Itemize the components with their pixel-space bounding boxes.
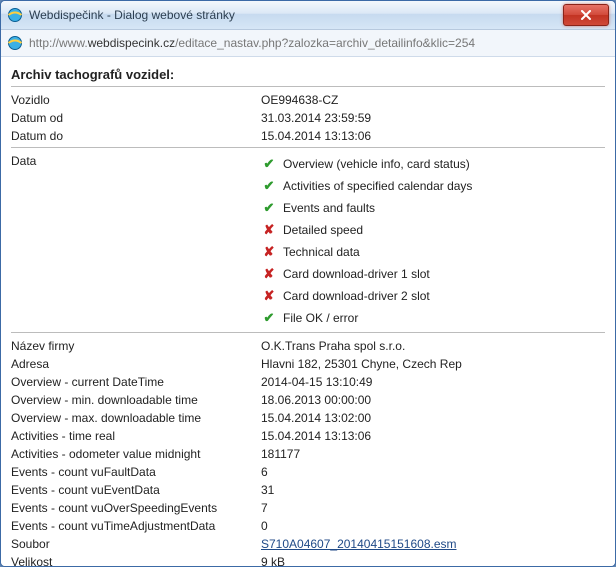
data-item-text: Activities of specified calendar days (283, 177, 472, 195)
close-icon (580, 10, 592, 20)
detail-value: 0 (261, 518, 605, 534)
data-label: Data (11, 153, 261, 169)
detail-value: 15.04.2014 13:13:06 (261, 428, 605, 444)
detail-label: Adresa (11, 356, 261, 372)
content-area: Archiv tachografů vozidel: VozidloOE9946… (1, 57, 615, 566)
divider (11, 147, 605, 148)
summary-value: OE994638-CZ (261, 92, 605, 108)
detail-label: Events - count vuOverSpeedingEvents (11, 500, 261, 516)
detail-value: 31 (261, 482, 605, 498)
data-item: ✔ File OK / error (261, 307, 605, 329)
data-item: ✔ Events and faults (261, 197, 605, 219)
data-section: Data ✔ Overview (vehicle info, card statu… (11, 152, 605, 330)
detail-row: Overview - max. downloadable time15.04.2… (11, 409, 605, 427)
detail-label: Events - count vuFaultData (11, 464, 261, 480)
data-item-text: Card download-driver 2 slot (283, 287, 430, 305)
detail-row: Activities - odometer value midnight1811… (11, 445, 605, 463)
detail-row: Overview - current DateTime2014-04-15 13… (11, 373, 605, 391)
data-item: ✔ Activities of specified calendar days (261, 175, 605, 197)
detail-row: Velikost9 kB (11, 553, 605, 566)
data-item: ✔ Overview (vehicle info, card status) (261, 153, 605, 175)
detail-value: 181177 (261, 446, 605, 462)
detail-label: Events - count vuEventData (11, 482, 261, 498)
detail-value: 9 kB (261, 554, 605, 566)
data-item-text: File OK / error (283, 309, 358, 327)
detail-row: Activities - time real15.04.2014 13:13:0… (11, 427, 605, 445)
detail-value: 15.04.2014 13:02:00 (261, 410, 605, 426)
detail-section: Název firmyO.K.Trans Praha spol s.r.o.Ad… (11, 337, 605, 566)
cross-icon: ✘ (261, 287, 277, 305)
summary-value: 31.03.2014 23:59:59 (261, 110, 605, 126)
detail-value: Hlavni 182, 25301 Chyne, Czech Rep (261, 356, 605, 372)
divider (11, 332, 605, 333)
cross-icon: ✘ (261, 265, 277, 283)
detail-row: Overview - min. downloadable time18.06.2… (11, 391, 605, 409)
data-item-text: Detailed speed (283, 221, 363, 239)
detail-row: Events - count vuEventData31 (11, 481, 605, 499)
summary-value: 15.04.2014 13:13:06 (261, 128, 605, 144)
detail-row: AdresaHlavni 182, 25301 Chyne, Czech Rep (11, 355, 605, 373)
detail-label: Název firmy (11, 338, 261, 354)
detail-value: 2014-04-15 13:10:49 (261, 374, 605, 390)
cross-icon: ✘ (261, 221, 277, 239)
url-prefix: http://www. (29, 36, 88, 50)
data-item-text: Events and faults (283, 199, 375, 217)
detail-label: Overview - max. downloadable time (11, 410, 261, 426)
data-item: ✘ Card download-driver 1 slot (261, 263, 605, 285)
data-item: ✘ Detailed speed (261, 219, 605, 241)
check-icon: ✔ (261, 177, 277, 195)
url-host: webdispecink.cz (88, 36, 175, 50)
detail-row: Events - count vuFaultData6 (11, 463, 605, 481)
data-item-text: Overview (vehicle info, card status) (283, 155, 470, 173)
window-title: Webdispečink - Dialog webové stránky (29, 8, 235, 22)
ie-icon (7, 7, 23, 23)
check-icon: ✔ (261, 155, 277, 173)
detail-value: O.K.Trans Praha spol s.r.o. (261, 338, 605, 354)
close-button[interactable] (563, 4, 609, 26)
dialog-window: Webdispečink - Dialog webové stránky htt… (0, 0, 616, 567)
summary-label: Datum do (11, 128, 261, 144)
check-icon: ✔ (261, 309, 277, 327)
detail-label: Soubor (11, 536, 261, 552)
check-icon: ✔ (261, 199, 277, 217)
detail-row: SouborS710A04607_20140415151608.esm (11, 535, 605, 553)
summary-section: VozidloOE994638-CZDatum od31.03.2014 23:… (11, 91, 605, 145)
detail-label: Events - count vuTimeAdjustmentData (11, 518, 261, 534)
address-bar: http://www.webdispecink.cz/editace_nasta… (1, 30, 615, 57)
detail-row: Events - count vuOverSpeedingEvents7 (11, 499, 605, 517)
detail-label: Activities - odometer value midnight (11, 446, 261, 462)
detail-label: Overview - current DateTime (11, 374, 261, 390)
detail-label: Activities - time real (11, 428, 261, 444)
summary-row: Datum do15.04.2014 13:13:06 (11, 127, 605, 145)
file-link[interactable]: S710A04607_20140415151608.esm (261, 536, 605, 552)
data-item-text: Technical data (283, 243, 360, 261)
divider (11, 86, 605, 87)
ie-icon (7, 35, 23, 51)
summary-row: VozidloOE994638-CZ (11, 91, 605, 109)
url-text[interactable]: http://www.webdispecink.cz/editace_nasta… (29, 36, 609, 50)
detail-value: 7 (261, 500, 605, 516)
data-items-list: ✔ Overview (vehicle info, card status) ✔ Ac… (261, 153, 605, 329)
titlebar: Webdispečink - Dialog webové stránky (1, 1, 615, 30)
page-heading: Archiv tachografů vozidel: (11, 63, 605, 84)
summary-label: Datum od (11, 110, 261, 126)
detail-row: Název firmyO.K.Trans Praha spol s.r.o. (11, 337, 605, 355)
summary-label: Vozidlo (11, 92, 261, 108)
data-item: ✘ Technical data (261, 241, 605, 263)
detail-label: Overview - min. downloadable time (11, 392, 261, 408)
summary-row: Datum od31.03.2014 23:59:59 (11, 109, 605, 127)
detail-value: 6 (261, 464, 605, 480)
detail-row: Events - count vuTimeAdjustmentData0 (11, 517, 605, 535)
data-item-text: Card download-driver 1 slot (283, 265, 430, 283)
data-item: ✘ Card download-driver 2 slot (261, 285, 605, 307)
detail-value: 18.06.2013 00:00:00 (261, 392, 605, 408)
cross-icon: ✘ (261, 243, 277, 261)
detail-label: Velikost (11, 554, 261, 566)
url-path: /editace_nastav.php?zalozka=archiv_detai… (175, 36, 475, 50)
